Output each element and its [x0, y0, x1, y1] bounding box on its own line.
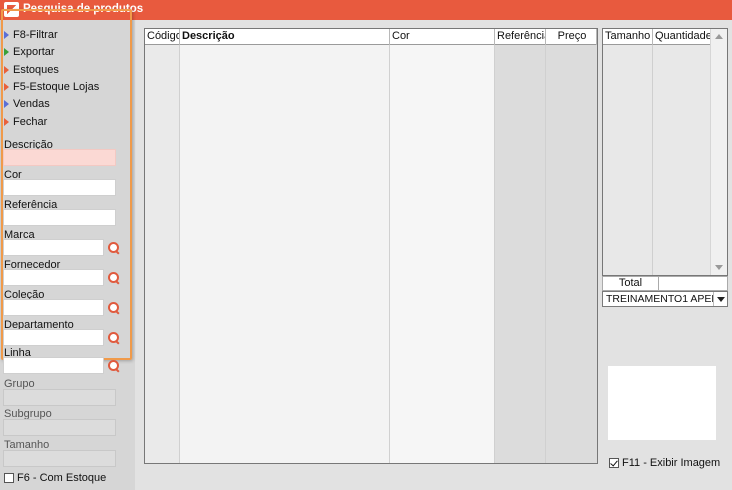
title-bar: Pesquisa de produtos — [0, 0, 732, 20]
colecao-input[interactable] — [3, 299, 104, 316]
total-label: Total — [603, 277, 659, 290]
fornecedor-search-icon[interactable] — [107, 271, 121, 285]
column-tamanho — [603, 45, 653, 275]
triangle-icon — [4, 30, 9, 39]
app-logo-icon — [4, 2, 19, 17]
column-cor — [390, 45, 495, 463]
linha-search-icon[interactable] — [107, 359, 121, 373]
total-row: Total — [602, 276, 728, 291]
linha-input[interactable] — [3, 357, 104, 374]
referencia-input[interactable] — [3, 209, 116, 226]
menu-item-label: Fechar — [13, 115, 48, 128]
window-title: Pesquisa de produtos — [23, 3, 144, 15]
exibir-imagem-checkbox[interactable] — [609, 458, 619, 468]
column-header-preco[interactable]: Preço — [546, 29, 597, 45]
product-image-preview — [608, 366, 716, 440]
subgrupo-input — [3, 419, 116, 436]
menu-item-label: F5-Estoque Lojas — [13, 80, 100, 93]
fornecedor-input[interactable] — [3, 269, 104, 286]
menu-item-label: Estoques — [13, 63, 59, 76]
menu-item-filtrar[interactable]: F8-Filtrar — [4, 27, 58, 42]
column-header-cor[interactable]: Cor — [390, 29, 495, 45]
menu-item-label: Vendas — [13, 97, 50, 110]
triangle-icon — [4, 82, 9, 91]
scroll-down-icon[interactable] — [715, 265, 723, 270]
menu-item-vendas[interactable]: Vendas — [4, 96, 50, 111]
store-select-value: TREINAMENTO1 APELIDO — [606, 293, 728, 305]
column-descricao — [180, 45, 390, 463]
grupo-input — [3, 389, 116, 406]
column-header-tamanho[interactable]: Tamanho — [603, 29, 653, 45]
triangle-icon — [4, 117, 9, 126]
departamento-input[interactable] — [3, 329, 104, 346]
column-header-quantidade[interactable]: Quantidade — [653, 29, 711, 45]
exibir-imagem-label: F11 - Exibir Imagem — [622, 457, 721, 469]
com-estoque-checkbox[interactable] — [4, 473, 14, 483]
descricao-input[interactable] — [3, 149, 116, 166]
product-grid[interactable]: Código Descrição Cor Referência Preço — [144, 28, 598, 464]
column-header-referencia[interactable]: Referência — [495, 29, 546, 45]
size-grid-scrollbar[interactable] — [710, 29, 727, 275]
column-header-codigo[interactable]: Código — [145, 29, 180, 45]
com-estoque-label: F6 - Com Estoque — [17, 472, 107, 484]
menu-item-label: F8-Filtrar — [13, 28, 58, 41]
marca-input[interactable] — [3, 239, 104, 256]
menu-item-label: Exportar — [13, 45, 55, 58]
column-referencia — [495, 45, 546, 463]
column-header-descricao[interactable]: Descrição — [180, 29, 390, 45]
product-grid-header: Código Descrição Cor Referência Preço — [145, 29, 597, 45]
column-codigo — [145, 45, 180, 463]
column-preco — [546, 45, 597, 463]
column-quantidade — [653, 45, 711, 275]
marca-search-icon[interactable] — [107, 241, 121, 255]
size-grid-header: Tamanho Quantidade — [603, 29, 711, 45]
triangle-icon — [4, 99, 9, 108]
size-grid[interactable]: Tamanho Quantidade — [602, 28, 728, 276]
triangle-icon — [4, 65, 9, 74]
tamanho-input — [3, 450, 116, 467]
store-select[interactable]: TREINAMENTO1 APELIDO — [602, 291, 728, 307]
colecao-search-icon[interactable] — [107, 301, 121, 315]
menu-item-estoques[interactable]: Estoques — [4, 62, 59, 77]
product-grid-body[interactable] — [145, 45, 597, 463]
size-grid-body[interactable] — [603, 45, 711, 275]
cor-input[interactable] — [3, 179, 116, 196]
chevron-down-icon[interactable] — [713, 292, 727, 306]
menu-item-exportar[interactable]: Exportar — [4, 44, 55, 59]
scroll-up-icon[interactable] — [715, 34, 723, 39]
departamento-search-icon[interactable] — [107, 331, 121, 345]
menu-item-estoque-lojas[interactable]: F5-Estoque Lojas — [4, 79, 99, 94]
triangle-icon — [4, 47, 9, 56]
menu-item-fechar[interactable]: Fechar — [4, 114, 47, 129]
